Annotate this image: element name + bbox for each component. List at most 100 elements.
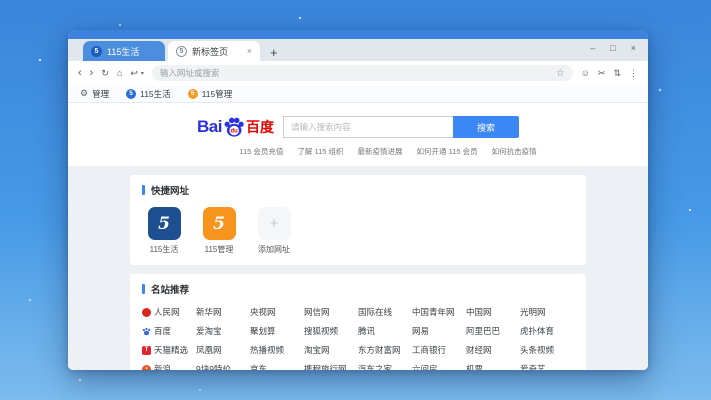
site-label: 虎扑体育: [520, 325, 554, 337]
search-input[interactable]: [283, 116, 453, 138]
site-link[interactable]: 六间房: [412, 363, 466, 370]
quick-links-card: 快捷网址 5115生活 5115管理 +添加网址: [130, 175, 586, 265]
minimize-button[interactable]: –: [590, 43, 595, 53]
site-label: 聚划算: [250, 325, 276, 337]
site-link[interactable]: 头条视频: [520, 344, 574, 356]
baidu-logo: Bai du 百度: [197, 116, 274, 138]
reload-icon[interactable]: ↻: [101, 69, 109, 78]
bookmark-item[interactable]: 5115生活: [126, 88, 171, 100]
bookmark-item[interactable]: 5115管理: [188, 88, 233, 100]
site-label: 网易: [412, 325, 429, 337]
hot-link[interactable]: 115 会员充值: [239, 146, 283, 157]
bookmark-label: 115管理: [202, 88, 233, 100]
maximize-button[interactable]: □: [610, 43, 615, 53]
site-link[interactable]: 9块9特价: [196, 363, 250, 370]
tab-label: 新标签页: [192, 45, 228, 58]
site-link[interactable]: 搜狐视频: [304, 325, 358, 337]
window-controls: – □ ×: [590, 43, 636, 53]
site-label: 央视网: [250, 306, 276, 318]
site-label: 爱淘宝: [196, 325, 222, 337]
site-link[interactable]: 淘宝网: [304, 344, 358, 356]
bookmark-manage[interactable]: ⚙ 管理: [80, 88, 109, 100]
site-link[interactable]: 聚划算: [250, 325, 304, 337]
site-link[interactable]: 财经网: [466, 344, 520, 356]
hot-link[interactable]: 了解 115 组织: [297, 146, 343, 157]
close-button[interactable]: ×: [631, 43, 636, 53]
address-input[interactable]: [160, 68, 556, 78]
site-link[interactable]: 京东: [250, 363, 304, 370]
hot-links: 115 会员充值 了解 115 组织 最新疫情进展 如何开通 115 会员 如何抗击疫情: [128, 146, 648, 157]
address-bar[interactable]: ☆: [152, 65, 573, 81]
site-link[interactable]: •新浪: [142, 363, 196, 370]
menu-dots-icon[interactable]: ⋮: [629, 69, 638, 78]
forward-icon[interactable]: ›: [90, 68, 94, 79]
site-link[interactable]: 人民网: [142, 306, 196, 318]
site-link[interactable]: 阿里巴巴: [466, 325, 520, 337]
window-titlebar[interactable]: [68, 30, 648, 39]
section-accent-bar: [142, 185, 145, 195]
hot-link[interactable]: 如何抗击疫情: [492, 146, 537, 157]
site-link[interactable]: 网易: [412, 325, 466, 337]
chevron-down-icon[interactable]: ▾: [141, 70, 144, 77]
site-label: 京东: [250, 363, 267, 370]
site-link[interactable]: 东方财富网: [358, 344, 412, 356]
site-label: 六间房: [412, 363, 438, 370]
site-link[interactable]: 凤凰网: [196, 344, 250, 356]
home-icon[interactable]: ⌂: [117, 69, 122, 78]
site-link[interactable]: 网信网: [304, 306, 358, 318]
bookmarks-bar: ⚙ 管理 5115生活 5115管理: [68, 85, 648, 103]
site-label: 爱奇艺: [520, 363, 546, 370]
site-link[interactable]: 机票: [466, 363, 520, 370]
site-link[interactable]: T天猫精选: [142, 344, 196, 356]
site-label: 光明网: [520, 306, 546, 318]
tmall-icon: T: [142, 346, 151, 355]
recent-pages-icon[interactable]: ↩: [130, 69, 138, 78]
tab-115-life[interactable]: 5 115生活: [83, 41, 165, 61]
site-link[interactable]: 中国网: [466, 306, 520, 318]
bookmark-star-icon[interactable]: ☆: [556, 68, 565, 79]
transfer-icon[interactable]: ⇅: [613, 69, 621, 78]
site-link[interactable]: 爱淘宝: [196, 325, 250, 337]
new-tab-button[interactable]: +: [270, 46, 278, 59]
baidu-paw-icon: du: [223, 116, 245, 138]
site-link[interactable]: 新华网: [196, 306, 250, 318]
search-section: Bai du 百度 搜索: [68, 103, 648, 166]
svg-text:du: du: [231, 129, 239, 135]
site-link[interactable]: 工商银行: [412, 344, 466, 356]
site-tile-icon: 5: [203, 207, 236, 240]
site-link[interactable]: 携程旅行网: [304, 363, 358, 370]
site-link[interactable]: 百度: [142, 325, 196, 337]
gear-icon: ⚙: [80, 88, 88, 99]
quick-links-title: 快捷网址: [151, 183, 189, 197]
site-link[interactable]: 腾讯: [358, 325, 412, 337]
hot-link[interactable]: 如何开通 115 会员: [417, 146, 478, 157]
quick-site-tile[interactable]: 5115生活: [144, 207, 184, 255]
tab-new-page[interactable]: 5 新标签页 ×: [168, 41, 260, 61]
quick-site-tile[interactable]: 5115管理: [199, 207, 239, 255]
site-link[interactable]: 虎扑体育: [520, 325, 574, 337]
tab-strip: 5 115生活 5 新标签页 × + – □ ×: [68, 39, 648, 61]
add-site-tile[interactable]: +添加网址: [254, 207, 294, 255]
site-label: 人民网: [154, 306, 180, 318]
tab-close-icon[interactable]: ×: [247, 46, 252, 56]
site-link[interactable]: 国际在线: [358, 306, 412, 318]
site-link[interactable]: 央视网: [250, 306, 304, 318]
115-life-tab-icon: 5: [91, 46, 102, 57]
account-icon[interactable]: ☺: [581, 69, 590, 78]
site-link[interactable]: 光明网: [520, 306, 574, 318]
site-link[interactable]: 中国青年网: [412, 306, 466, 318]
people-daily-icon: [142, 308, 151, 317]
site-link[interactable]: 汽车之家: [358, 363, 412, 370]
hot-link[interactable]: 最新疫情进展: [358, 146, 403, 157]
famous-sites-grid: 人民网 新华网央视网 网信网国际在线中国青年网中国网光明网百度爱淘宝 聚划算 搜狐视频腾…: [142, 306, 574, 370]
site-link[interactable]: 爱奇艺: [520, 363, 574, 370]
site-label: 东方财富网: [358, 344, 401, 356]
back-icon[interactable]: ‹: [78, 68, 82, 79]
famous-sites-title: 名站推荐: [151, 282, 189, 296]
section-accent-bar: [142, 284, 145, 294]
site-link[interactable]: 热播视频: [250, 344, 304, 356]
screenshot-scissors-icon[interactable]: ✂: [598, 69, 606, 78]
search-button[interactable]: 搜索: [453, 116, 519, 138]
site-label: 机票: [466, 363, 483, 370]
site-label: 财经网: [466, 344, 492, 356]
